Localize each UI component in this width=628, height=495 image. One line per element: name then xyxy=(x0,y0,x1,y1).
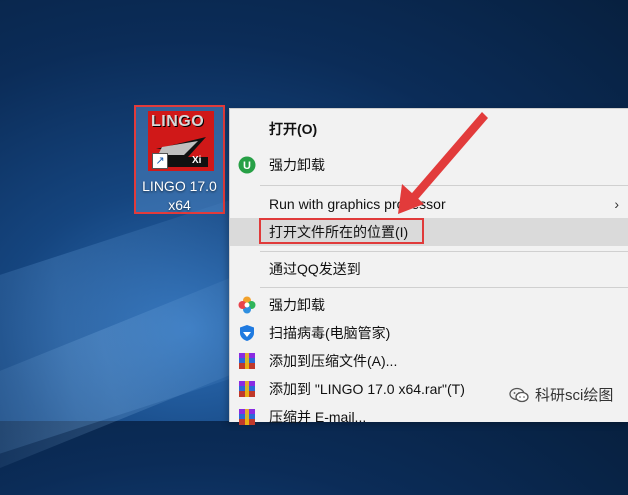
wechat-icon xyxy=(509,387,529,402)
annotation-arrow xyxy=(398,112,488,214)
watermark-text: 科研sci绘图 xyxy=(535,387,614,404)
watermark: 科研sci绘图 xyxy=(509,384,613,405)
